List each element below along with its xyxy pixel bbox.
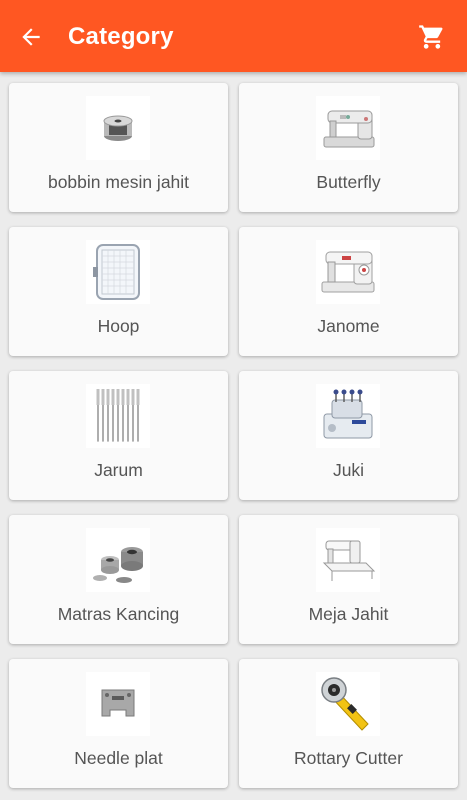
category-label: Hoop (97, 316, 140, 336)
category-card-jarum[interactable]: Jarum (9, 371, 228, 500)
category-label: Meja Jahit (308, 604, 389, 624)
shopping-cart-icon (419, 25, 443, 49)
category-card-hoop[interactable]: Hoop (9, 227, 228, 356)
cart-button[interactable] (411, 16, 453, 58)
category-grid: bobbin mesin jahit Butterfly Hoop Janome… (9, 83, 459, 788)
needle-plate-image (86, 672, 150, 736)
category-label: Jarum (94, 460, 143, 480)
category-card-bobbin[interactable]: bobbin mesin jahit (9, 83, 228, 212)
category-card-rottary-cutter[interactable]: Rottary Cutter (239, 659, 458, 788)
category-card-juki[interactable]: Juki (239, 371, 458, 500)
category-card-matras-kancing[interactable]: Matras Kancing (9, 515, 228, 644)
category-label: Needle plat (74, 748, 163, 768)
sewing-machine-image (316, 240, 380, 304)
category-card-needle-plat[interactable]: Needle plat (9, 659, 228, 788)
category-label: Butterfly (316, 172, 381, 192)
back-button[interactable] (10, 16, 52, 58)
category-label: Rottary Cutter (294, 748, 403, 768)
category-label: bobbin mesin jahit (47, 172, 190, 192)
button-dies-image (86, 528, 150, 592)
arrow-left-icon (22, 28, 40, 46)
category-card-meja-jahit[interactable]: Meja Jahit (239, 515, 458, 644)
page-title: Category (68, 23, 174, 50)
category-label: Janome (317, 316, 380, 336)
category-card-janome[interactable]: Janome (239, 227, 458, 356)
category-card-butterfly[interactable]: Butterfly (239, 83, 458, 212)
sewing-machine-image (316, 96, 380, 160)
embroidery-hoop-image (86, 240, 150, 304)
needles-image (86, 384, 150, 448)
category-label: Juki (332, 460, 365, 480)
category-label: Matras Kancing (57, 604, 180, 624)
bobbin-image (86, 96, 150, 160)
rotary-cutter-image (316, 672, 380, 736)
sewing-table-image (316, 528, 380, 592)
app-bar: Category (0, 0, 467, 72)
overlock-machine-image (316, 384, 380, 448)
